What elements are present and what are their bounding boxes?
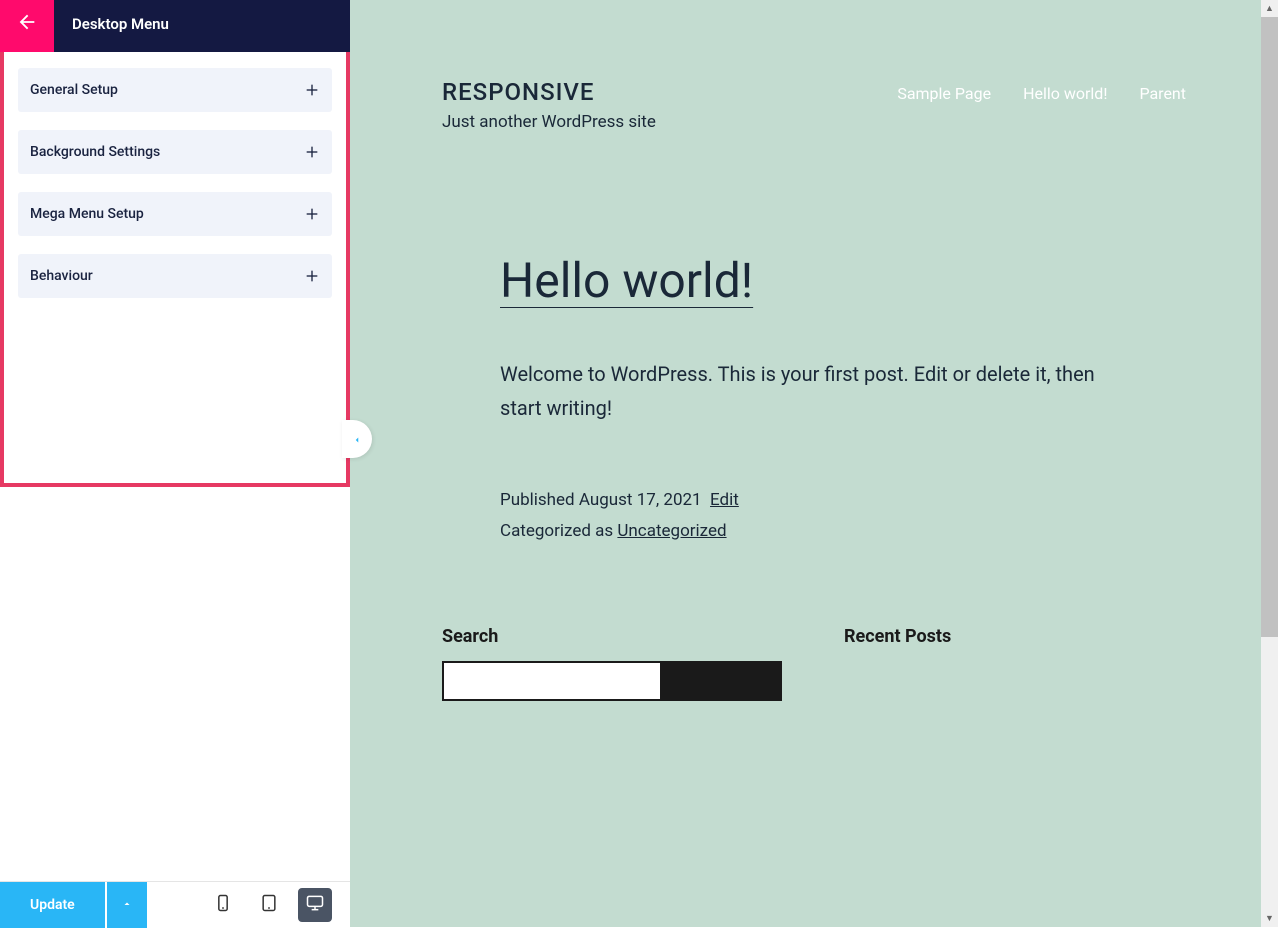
device-tablet-button[interactable]: [252, 888, 286, 922]
recent-posts-title: Recent Posts: [844, 626, 1186, 647]
accordion-background-settings[interactable]: Background Settings: [18, 130, 332, 174]
footer-widgets: Search Recent Posts: [350, 626, 1278, 741]
published-label: Published: [500, 490, 579, 510]
site-title[interactable]: RESPONSIVE: [442, 78, 656, 106]
update-dropdown-button[interactable]: [107, 882, 147, 928]
nav-item-sample-page[interactable]: Sample Page: [897, 84, 991, 103]
search-input[interactable]: [442, 661, 662, 701]
accordion-mega-menu-setup[interactable]: Mega Menu Setup: [18, 192, 332, 236]
sidebar-header: Desktop Menu: [0, 0, 350, 52]
accordion-list: General Setup Background Settings Mega M…: [4, 52, 346, 483]
search-widget: Search: [442, 626, 784, 701]
site-header: RESPONSIVE Just another WordPress site S…: [350, 0, 1278, 132]
post-meta: Published August 17, 2021 Edit Categoriz…: [500, 485, 1128, 546]
site-tagline: Just another WordPress site: [442, 112, 656, 132]
sidebar-title: Desktop Menu: [54, 15, 169, 33]
device-desktop-button[interactable]: [298, 888, 332, 922]
plus-icon: [304, 82, 320, 98]
sidebar-empty-area: [0, 483, 350, 886]
caret-up-icon: [121, 895, 133, 914]
plus-icon: [304, 144, 320, 160]
scrollbar-thumb[interactable]: [1261, 17, 1278, 637]
post-title[interactable]: Hello world!: [500, 252, 1128, 309]
nav-item-parent[interactable]: Parent: [1139, 84, 1186, 103]
device-mobile-button[interactable]: [206, 888, 240, 922]
category-link[interactable]: Uncategorized: [617, 521, 726, 541]
accordion-label: Mega Menu Setup: [30, 206, 144, 222]
mobile-icon: [213, 893, 233, 917]
chevron-left-icon: [352, 430, 362, 449]
nav-item-hello-world[interactable]: Hello world!: [1023, 84, 1107, 103]
post-content: Hello world! Welcome to WordPress. This …: [350, 132, 1278, 626]
scrollbar-track[interactable]: ▲ ▼: [1261, 0, 1278, 927]
plus-icon: [304, 206, 320, 222]
accordion-label: General Setup: [30, 82, 118, 98]
arrow-left-icon: [16, 11, 38, 37]
sidebar-footer: Update: [0, 881, 350, 927]
accordion-general-setup[interactable]: General Setup: [18, 68, 332, 112]
desktop-icon: [305, 893, 325, 917]
preview-pane: RESPONSIVE Just another WordPress site S…: [350, 0, 1278, 927]
site-brand: RESPONSIVE Just another WordPress site: [442, 78, 656, 132]
search-widget-title: Search: [442, 626, 784, 647]
categorized-label: Categorized as: [500, 521, 617, 541]
back-button[interactable]: [0, 0, 54, 52]
accordion-behaviour[interactable]: Behaviour: [18, 254, 332, 298]
settings-sidebar: Desktop Menu General Setup Background Se…: [0, 0, 350, 927]
published-date: August 17, 2021: [579, 490, 702, 510]
primary-nav: Sample Page Hello world! Parent: [897, 78, 1186, 103]
search-submit-button[interactable]: [662, 661, 782, 701]
post-body: Welcome to WordPress. This is your first…: [500, 357, 1128, 425]
scroll-down-arrow-icon[interactable]: ▼: [1261, 910, 1278, 927]
scroll-up-arrow-icon[interactable]: ▲: [1261, 0, 1278, 17]
tablet-icon: [259, 893, 279, 917]
edit-link[interactable]: Edit: [710, 490, 739, 510]
plus-icon: [304, 268, 320, 284]
recent-posts-widget: Recent Posts: [844, 626, 1186, 701]
device-switcher: [206, 888, 350, 922]
accordion-label: Behaviour: [30, 268, 93, 284]
update-button[interactable]: Update: [0, 882, 105, 928]
accordion-label: Background Settings: [30, 144, 160, 160]
